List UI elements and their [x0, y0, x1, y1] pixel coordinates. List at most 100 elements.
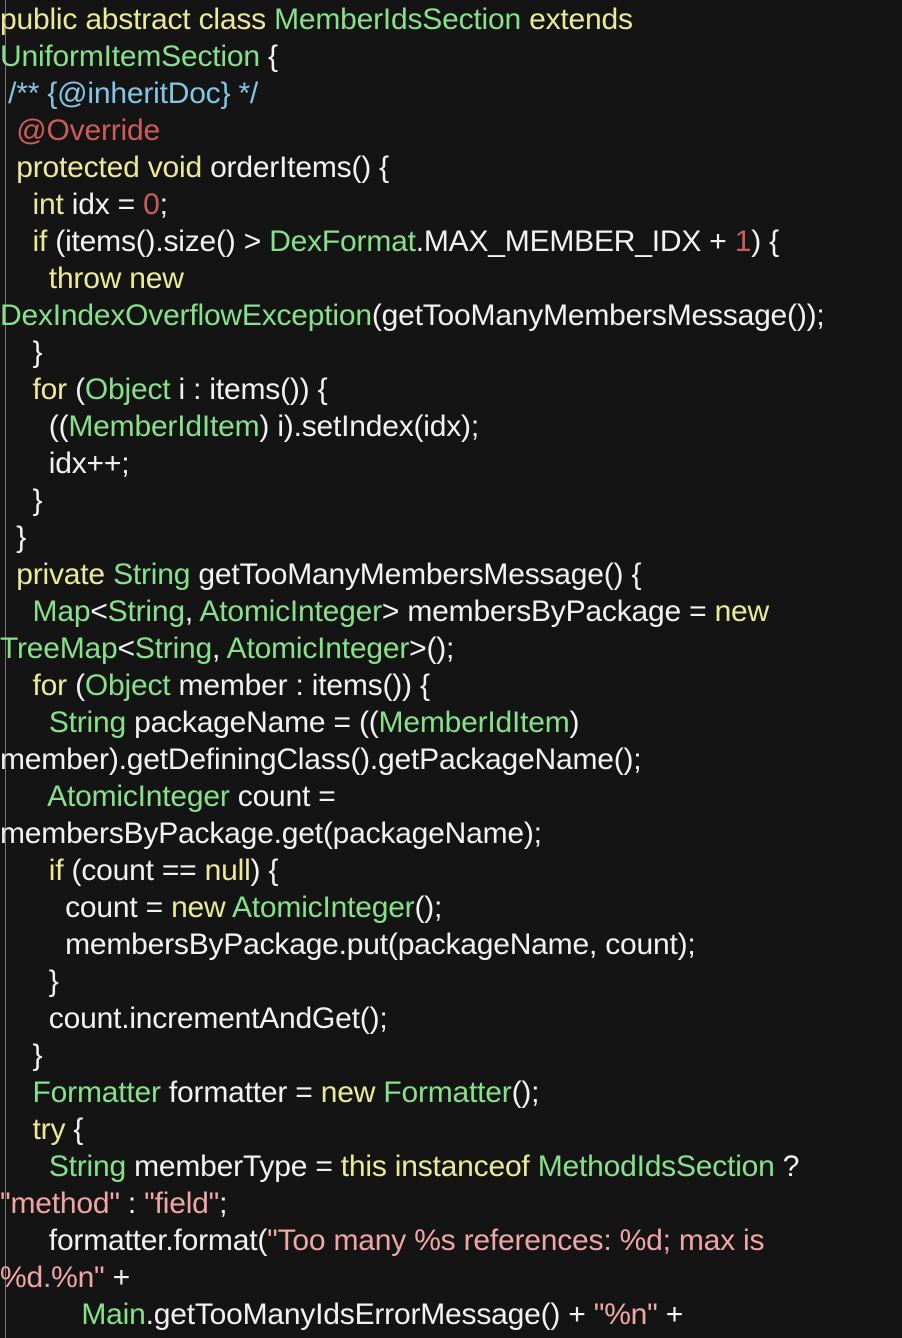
code-line[interactable]: TreeMap<String, AtomicInteger>(); — [0, 630, 902, 667]
code-line[interactable]: throw new — [0, 260, 902, 297]
code-token-plain: count.incrementAndGet(); — [0, 1002, 388, 1035]
code-token-plain: .MAX_MEMBER_IDX + — [415, 225, 735, 258]
code-token-str: "%n" — [593, 1298, 658, 1331]
code-line[interactable]: member).getDefiningClass().getPackageNam… — [0, 741, 902, 778]
code-token-type: TreeMap — [0, 632, 118, 665]
code-line[interactable]: formatter.format("Too many %s references… — [0, 1222, 902, 1259]
code-viewer[interactable]: public abstract class MemberIdsSection e… — [0, 0, 902, 1338]
code-line[interactable]: "method" : "field"; — [0, 1185, 902, 1222]
code-token-type: Main — [81, 1298, 146, 1331]
code-token-plain: packageName = (( — [125, 706, 379, 739]
code-token-type: Formatter — [32, 1076, 161, 1109]
code-line[interactable]: UniformItemSection { — [0, 38, 902, 75]
code-line[interactable]: ((MemberIdItem) i).setIndex(idx); — [0, 408, 902, 445]
code-token-type: String — [113, 558, 191, 591]
code-token-num: 1 — [734, 225, 752, 258]
code-token-type: AtomicInteger — [226, 632, 410, 665]
code-token-plain: ; — [159, 188, 168, 221]
code-line[interactable]: AtomicInteger count = — [0, 778, 902, 815]
code-token-type: Map — [32, 595, 91, 628]
code-line[interactable]: int idx = 0; — [0, 186, 902, 223]
code-token-str: "Too many %s references: %d; max is — [267, 1224, 765, 1257]
code-line[interactable]: "References by package:" — [0, 1333, 902, 1338]
code-token-plain: idx++; — [0, 447, 130, 480]
code-token-plain: ( — [75, 669, 85, 702]
code-line[interactable]: idx++; — [0, 445, 902, 482]
code-token-plain: + — [657, 1298, 684, 1331]
code-token-plain: member : items()) { — [170, 669, 430, 702]
code-token-type: MemberIdItem — [68, 410, 260, 443]
code-token-plain: ) { — [250, 854, 279, 887]
code-token-plain: getTooManyMembersMessage() { — [190, 558, 642, 591]
code-line[interactable]: DexIndexOverflowException(getTooManyMemb… — [0, 297, 902, 334]
code-token-plain: memberType = — [125, 1150, 341, 1183]
code-line[interactable]: String memberType = this instanceof Meth… — [0, 1148, 902, 1185]
code-line[interactable]: count.incrementAndGet(); — [0, 1000, 902, 1037]
code-token-plain: orderItems() { — [210, 151, 389, 184]
code-token-plain: } — [0, 965, 59, 998]
code-line[interactable]: } — [0, 482, 902, 519]
code-line[interactable]: /** {@inheritDoc} */ — [0, 75, 902, 112]
code-token-type: UniformItemSection — [0, 40, 260, 73]
code-line[interactable]: protected void orderItems() { — [0, 149, 902, 186]
code-token-plain: ? — [774, 1150, 800, 1183]
code-line[interactable]: Formatter formatter = new Formatter(); — [0, 1074, 902, 1111]
code-token-type: MemberIdsSection — [274, 3, 530, 36]
code-token-kw: extends — [529, 3, 633, 36]
code-token-plain: { — [259, 40, 278, 73]
code-token-kw: throw new — [0, 262, 184, 295]
code-token-type: Formatter — [383, 1076, 512, 1109]
code-line[interactable]: %d.%n" + — [0, 1259, 902, 1296]
code-token-plain: count = — [0, 891, 172, 924]
code-token-plain: ) — [569, 706, 580, 739]
code-token-plain: { — [73, 1113, 84, 1146]
code-line[interactable]: public abstract class MemberIdsSection e… — [0, 1, 902, 38]
code-token-kw: if — [0, 854, 72, 887]
code-line[interactable]: for (Object i : items()) { — [0, 371, 902, 408]
code-token-plain: membersByPackage.put(packageName, count)… — [0, 928, 696, 961]
code-line[interactable]: try { — [0, 1111, 902, 1148]
code-token-type: Object — [84, 669, 171, 702]
code-line[interactable]: private String getTooManyMembersMessage(… — [0, 556, 902, 593]
code-line[interactable]: if (count == null) { — [0, 852, 902, 889]
code-token-type: String — [134, 632, 213, 665]
code-token-plain: i : items()) { — [170, 373, 328, 406]
code-token-kw: private — [0, 558, 114, 591]
code-token-kw: null — [204, 854, 251, 887]
code-line[interactable]: membersByPackage.put(packageName, count)… — [0, 926, 902, 963]
code-line[interactable]: if (items().size() > DexFormat.MAX_MEMBE… — [0, 223, 902, 260]
code-line[interactable]: } — [0, 1037, 902, 1074]
code-token-plain: ) { — [751, 225, 779, 258]
code-token-plain: (( — [0, 410, 69, 443]
code-line[interactable]: } — [0, 334, 902, 371]
code-line[interactable]: String packageName = ((MemberIdItem) — [0, 704, 902, 741]
code-token-plain: .getTooManyIdsErrorMessage() + — [145, 1298, 594, 1331]
code-surface[interactable]: public abstract class MemberIdsSection e… — [0, 0, 902, 1338]
code-line[interactable]: } — [0, 519, 902, 556]
code-token-plain: (); — [511, 1076, 540, 1109]
code-token-plain: (getTooManyMembersMessage()); — [371, 299, 825, 332]
code-token-plain: , — [184, 595, 200, 628]
code-token-plain: < — [117, 632, 136, 665]
code-line[interactable]: } — [0, 963, 902, 1000]
code-token-num: 0 — [143, 188, 160, 221]
code-line[interactable]: count = new AtomicInteger(); — [0, 889, 902, 926]
code-token-kw: try — [0, 1113, 74, 1146]
code-line[interactable]: Main.getTooManyIdsErrorMessage() + "%n" … — [0, 1296, 902, 1333]
code-token-type: DexIndexOverflowException — [0, 299, 372, 332]
code-line[interactable]: Map<String, AtomicInteger> membersByPack… — [0, 593, 902, 630]
code-token-plain: (); — [414, 891, 443, 924]
code-line[interactable]: @Override — [0, 112, 902, 149]
code-token-plain: < — [90, 595, 108, 628]
code-token-type: Object — [84, 373, 171, 406]
code-token-plain: ) i).setIndex(idx); — [259, 410, 479, 443]
code-token-plain: } — [0, 1039, 43, 1072]
code-line[interactable]: for (Object member : items()) { — [0, 667, 902, 704]
code-token-type: MemberIdItem — [378, 706, 570, 739]
code-line[interactable]: membersByPackage.get(packageName); — [0, 815, 902, 852]
code-token-plain: > membersByPackage = — [381, 595, 715, 628]
code-token-type: String — [107, 595, 185, 628]
